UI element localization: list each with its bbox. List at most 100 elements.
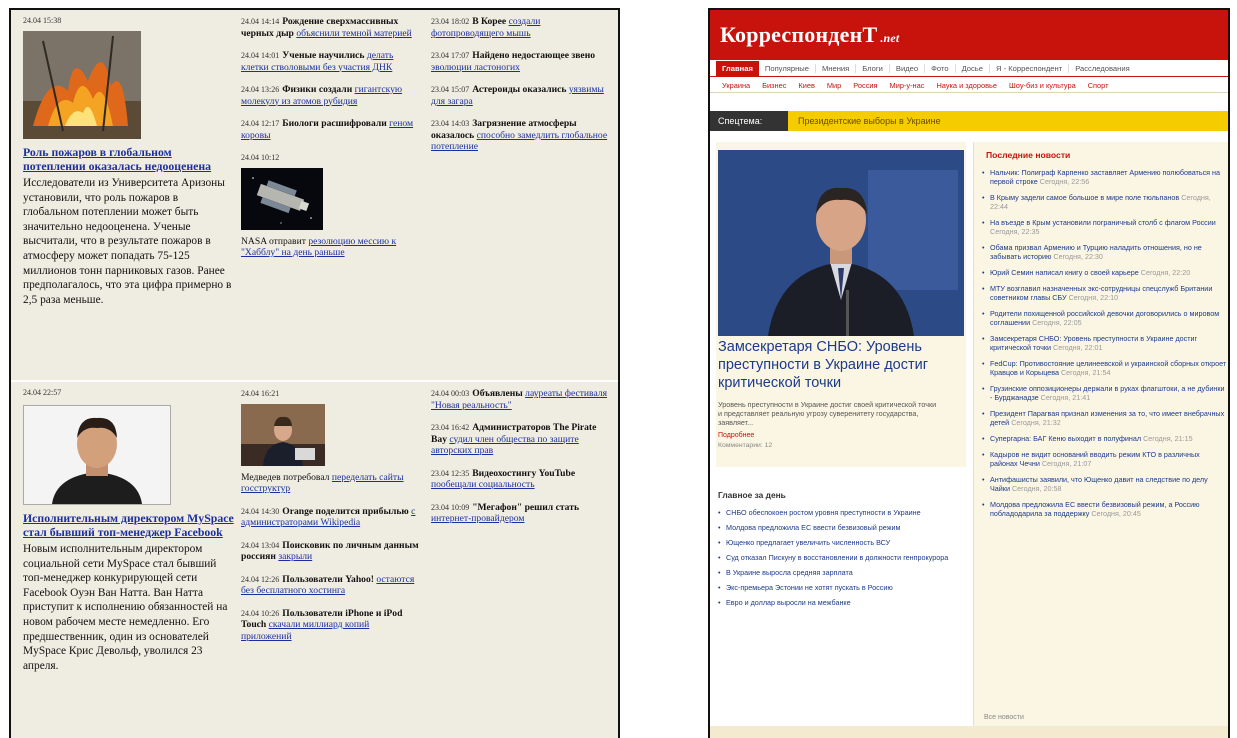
sub-nav: Украина Бизнес Киев Мир Россия Мир-у-нас…	[710, 78, 1228, 93]
news-item: Медведев потребовал переделать сайты гос…	[241, 471, 404, 495]
news-item: 24.04 12:17 Биологи расшифровали геном ко…	[241, 118, 414, 141]
footer-strip	[710, 726, 1228, 738]
lead-paragraph: Исследователи из Университета Аризоны ус…	[23, 177, 232, 306]
list-item[interactable]: Молдова предложила ЕС ввести безвизовый …	[718, 523, 963, 532]
news-item: 24.04 13:04 Поисковик по личным данным ро…	[241, 539, 419, 563]
subnav-item[interactable]: Киев	[792, 81, 820, 90]
list-item[interactable]: Нальчик: Полиграф Карпенко заставляет Ар…	[982, 168, 1227, 186]
news-item: 24.04 14:01 Ученые научились делать клетк…	[241, 50, 394, 73]
nav-item[interactable]: Видео	[890, 63, 926, 73]
list-item[interactable]: В Крыму задели самое большое в мире поле…	[982, 193, 1227, 211]
news-column-right: 23.04 18:02 В Корее создали фотопроводяще…	[431, 16, 613, 164]
lead-column: 24.04 22:57 Исполнительным директором My…	[23, 388, 235, 673]
subnav-item[interactable]: Спорт	[1082, 81, 1115, 90]
subnav-item[interactable]: Украина	[716, 81, 756, 90]
list-item[interactable]: Замсекретаря СНБО: Уровень преступности …	[982, 334, 1227, 352]
list-item[interactable]: Родители похищенной российской девочки д…	[982, 309, 1227, 327]
timestamp: 24.04 15:38	[23, 16, 62, 25]
news-item: NASA отправит резолюцию мессию к "Хабблу…	[241, 235, 397, 259]
subnav-item[interactable]: Шоу-биз и культура	[1003, 81, 1082, 90]
news-item: 24.04 16:21	[241, 389, 280, 398]
news-link[interactable]: судил член общества по защите авторских …	[431, 434, 579, 457]
nav-item[interactable]: Фото	[925, 63, 956, 73]
news-column-right: 24.04 00:03 Объявлены лауреаты фестиваля …	[431, 388, 613, 536]
nav-item[interactable]: Я - Корреспондент	[990, 63, 1070, 73]
day-highlights-title: Главное за день	[718, 490, 786, 500]
timestamp: 24.04 22:57	[23, 388, 62, 397]
korrespondent-page: КорреспонденТ .net Главная Популярные Мне…	[708, 8, 1230, 738]
news-item: 24.04 00:03 Объявлены лауреаты фестиваля …	[431, 388, 607, 411]
featured-description: Уровень преступности в Украине достиг св…	[718, 400, 937, 427]
day-highlights-list: СНБО обеспокоен ростом уровня преступнос…	[718, 508, 963, 613]
special-topic-label: Спецтема:	[710, 111, 788, 131]
list-item[interactable]: Экс-премьера Эстонии не хотят пускать в …	[718, 583, 963, 592]
list-item[interactable]: Президент Парагвая признал изменения за …	[982, 409, 1227, 427]
list-item[interactable]: МТУ возглавил назначенных экс-сотрудницы…	[982, 284, 1227, 302]
special-topic-bar: Спецтема: Президентские выборы в Украине	[710, 111, 1228, 131]
news-link[interactable]: закрыли	[278, 551, 312, 562]
news-item: 23.04 14:03 Загрязнение атмосферы оказало…	[431, 118, 608, 152]
list-item[interactable]: Грузинские оппозиционеры держали в руках…	[982, 384, 1227, 402]
science-news-page: 24.04 15:38 Роль пожаров в глобальном по…	[9, 8, 620, 738]
featured-photo[interactable]	[718, 150, 964, 336]
special-topic-link[interactable]: Президентские выборы в Украине	[798, 111, 941, 131]
news-item: 24.04 12:26 Пользователи Yahoo! остаются …	[241, 573, 415, 597]
nav-item-main[interactable]: Главная	[716, 60, 759, 76]
news-item: 23.04 12:35 Видеохостингу YouTube пообеща…	[431, 467, 576, 491]
list-item[interactable]: Антифашисты заявили, что Ющенко давит на…	[982, 475, 1227, 493]
site-logo[interactable]: КорреспонденТ .net	[720, 22, 899, 48]
read-more-link[interactable]: Подробнее	[718, 432, 754, 439]
nav-item[interactable]: Расследования	[1069, 64, 1136, 73]
lead-headline-link[interactable]: Роль пожаров в глобальном потеплении ока…	[23, 145, 235, 173]
news-link[interactable]: интернет-провайдером	[431, 513, 524, 524]
nav-item[interactable]: Популярные	[759, 63, 816, 73]
latest-news-column: Последние новости Нальчик: Полиграф Карп…	[973, 142, 1228, 738]
news-item: 24.04 10:12	[241, 153, 280, 162]
news-item: 23.04 16:42 Администраторов The Pirate Ba…	[431, 422, 597, 457]
featured-title-link[interactable]: Замсекретаря СНБО: Уровень преступности …	[718, 338, 964, 392]
subnav-item[interactable]: Бизнес	[756, 81, 792, 90]
latest-news-title: Последние новости	[986, 150, 1071, 160]
news-item: 23.04 17:07 Найдено недостающее звено эво…	[431, 50, 596, 73]
hubble-photo[interactable]	[241, 167, 323, 230]
subnav-item[interactable]: Мир-у-нас	[884, 81, 931, 90]
subnav-item[interactable]: Мир	[821, 81, 847, 90]
lead-paragraph: Новым исполнительным директором социальн…	[23, 543, 228, 672]
list-item[interactable]: В Украине выросла средняя зарплата	[718, 568, 963, 577]
news-column-middle: 24.04 14:14 Рождение сверхмассивных черны…	[241, 16, 419, 270]
fire-photo	[23, 31, 141, 139]
comments-count[interactable]: Комментарии: 12	[718, 442, 772, 449]
list-item[interactable]: FedCup: Противостояние целинеевской и ук…	[982, 359, 1227, 377]
list-item[interactable]: Суд отказал Пискуну в восстановлении в д…	[718, 553, 963, 562]
list-item[interactable]: Ющенко предлагает увеличить численность …	[718, 538, 963, 547]
nav-item[interactable]: Досье	[956, 63, 990, 73]
news-item: 24.04 14:14 Рождение сверхмассивных черны…	[241, 16, 412, 39]
main-column: Замсекретаря СНБО: Уровень преступности …	[716, 142, 966, 738]
list-item[interactable]: СНБО обеспокоен ростом уровня преступнос…	[718, 508, 963, 517]
nav-item[interactable]: Мнения	[816, 63, 857, 73]
subnav-item[interactable]: Россия	[847, 81, 883, 90]
news-item: 23.04 18:02 В Корее создали фотопроводяще…	[431, 16, 541, 39]
nav-item[interactable]: Блоги	[856, 63, 890, 73]
medvedev-photo[interactable]	[241, 403, 325, 466]
main-nav: Главная Популярные Мнения Блоги Видео Фо…	[710, 60, 1228, 77]
list-item[interactable]: Супергарна: БАГ Кеню выходит в полуфинал…	[982, 434, 1227, 443]
lead-column: 24.04 15:38 Роль пожаров в глобальном по…	[23, 16, 235, 307]
lead-headline-link[interactable]: Исполнительным директором MySpace стал б…	[23, 511, 235, 539]
site-header: КорреспонденТ .net	[710, 10, 1228, 60]
list-item[interactable]: Евро и доллар выросли на межбанке	[718, 598, 963, 607]
news-link[interactable]: эволюции ластоногих	[431, 62, 520, 73]
news-column-middle: 24.04 16:21 Медведев потребовал передела…	[241, 388, 419, 653]
news-item: 24.04 13:26 Физики создали гигантскую мол…	[241, 84, 403, 107]
subnav-item[interactable]: Наука и здоровье	[930, 81, 1003, 90]
all-news-link[interactable]: Все новости	[984, 714, 1024, 721]
latest-news-list: Нальчик: Полиграф Карпенко заставляет Ар…	[982, 168, 1227, 525]
news-link[interactable]: пообещали социальность	[431, 479, 535, 490]
news-link[interactable]: объяснили темной материей	[296, 28, 411, 39]
list-item[interactable]: Юрий Семин написал книгу о своей карьере…	[982, 268, 1227, 277]
list-item[interactable]: Кадыров не видит оснований вводить режим…	[982, 450, 1227, 468]
list-item[interactable]: Обама призвал Армению и Турцию наладить …	[982, 243, 1227, 261]
list-item[interactable]: Молдова предложила ЕС ввести безвизовый …	[982, 500, 1227, 518]
portrait-photo	[23, 405, 171, 505]
list-item[interactable]: На въезде в Крым установили пограничный …	[982, 218, 1227, 236]
